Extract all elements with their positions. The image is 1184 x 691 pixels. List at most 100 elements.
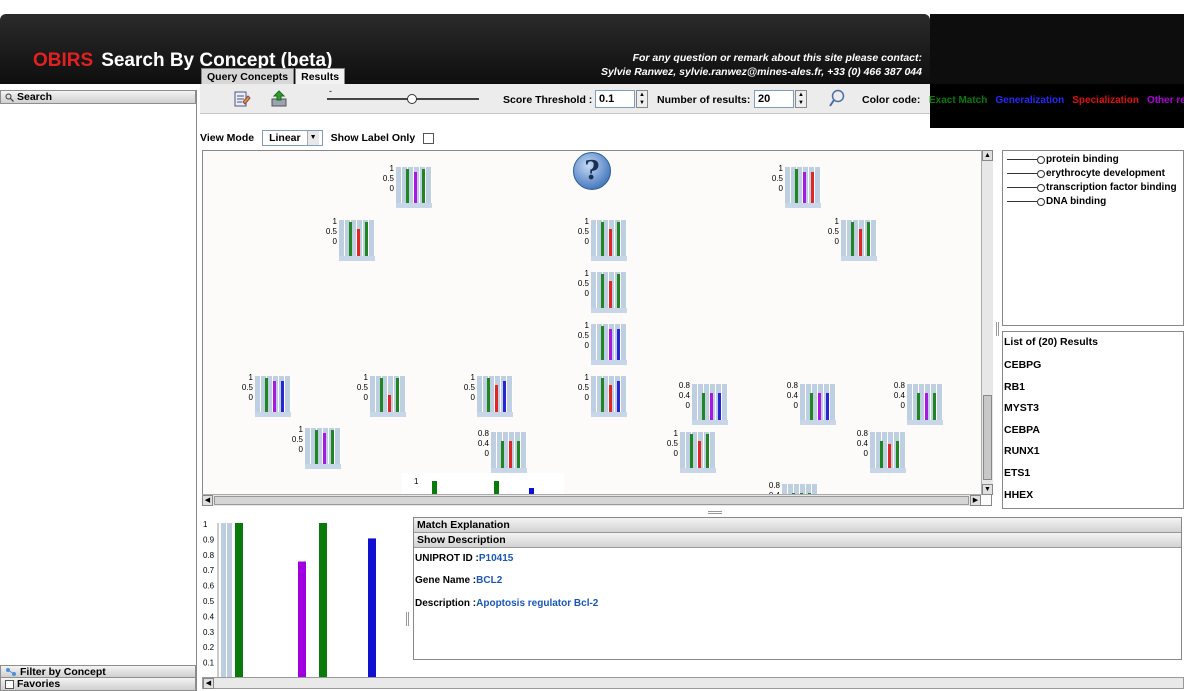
result-node[interactable]: 1 0.5 0 — [569, 269, 627, 319]
result-node[interactable]: 1 0.5 0 — [569, 373, 627, 423]
result-node[interactable]: 0.80.40 — [469, 429, 527, 479]
num-results-spinner[interactable]: ▲ ▼ — [795, 90, 807, 108]
node-tick-label: 0.5 — [577, 383, 589, 392]
node-tick-label: 0.8 — [856, 429, 868, 438]
result-node[interactable]: 1 0.5 0 — [658, 429, 716, 479]
node-tick-label: 0.5 — [325, 227, 337, 236]
show-label-only-checkbox[interactable] — [423, 132, 435, 144]
result-node[interactable]: 0.80.40 — [778, 381, 836, 431]
scroll-down-button[interactable]: ▼ — [982, 484, 993, 495]
node-bar — [503, 381, 506, 412]
splitter-handle[interactable] — [406, 612, 409, 626]
splitter-handle[interactable] — [996, 322, 999, 336]
node-bar — [281, 381, 284, 412]
node-tick-label: 0.5 — [577, 331, 589, 340]
view-mode-select[interactable]: Linear ▼ — [262, 130, 323, 146]
result-node[interactable]: 1 0.5 0 — [569, 321, 627, 371]
result-node[interactable]: 1 0.5 0 — [233, 373, 291, 423]
filter-panel-header[interactable]: Filter by Concept — [0, 665, 196, 678]
scroll-left-button[interactable]: ◀ — [203, 678, 214, 689]
score-threshold-input[interactable]: 0.1 — [595, 90, 635, 108]
view-mode-bar: View Mode Linear ▼ Show Label Only — [200, 129, 435, 147]
result-node[interactable]: 1 0.5 0 — [317, 217, 375, 267]
favorites-panel-header[interactable]: Favories — [0, 678, 196, 691]
node-tick-label: 1 — [778, 164, 783, 173]
concept-legend: protein binding erythrocyte development … — [1002, 150, 1184, 326]
graph-vertical-scrollbar[interactable]: ▲ ▼ — [981, 150, 993, 495]
result-node[interactable]: 1 0.5 0 — [819, 217, 877, 267]
edit-query-icon[interactable] — [233, 90, 251, 108]
node-ticks: 1 0.5 0 — [819, 217, 839, 247]
score-bar-chart: 1 0.9 0.8 0.7 0.6 0.5 0.4 0.3 0.2 0.1 — [201, 517, 403, 677]
node-tick-label: 0 — [673, 449, 678, 458]
result-node[interactable]: 0.80.40 — [885, 381, 943, 431]
result-node[interactable]: 0.80.40 — [670, 381, 728, 431]
gene-link[interactable]: BCL2 — [476, 575, 502, 586]
legend-item[interactable]: transcription factor binding — [1007, 182, 1177, 193]
tab-query-concepts[interactable]: Query Concepts — [201, 68, 295, 84]
legend-item[interactable]: protein binding — [1007, 154, 1119, 165]
node-tick-label: 1 — [834, 217, 839, 226]
splitter-handle[interactable] — [708, 511, 722, 514]
concept-graph[interactable]: 1 0.5 0 1 0.5 0 1 0.5 0 1 0.5 0 1 0.5 0 1 0.5 0 1 0.5 0 1 0.5 0… — [202, 150, 992, 506]
result-item[interactable]: RUNX1 — [1004, 445, 1040, 457]
result-item[interactable]: RB1 — [1004, 381, 1025, 393]
description-link[interactable]: Apoptosis regulator Bcl-2 — [476, 598, 598, 609]
result-node[interactable]: 0.80.40 — [848, 429, 906, 479]
legend-item[interactable]: erythrocyte development — [1007, 168, 1165, 179]
result-node[interactable]: 1 0.5 0 — [283, 425, 341, 475]
node-tick-label: 1 — [332, 217, 337, 226]
contact-line-1: For any question or remark about this si… — [632, 52, 922, 64]
node-bar — [609, 229, 612, 256]
node-ticks: 1 0.5 0 — [374, 164, 394, 194]
favorites-panel-label: Favories — [17, 678, 61, 690]
scroll-right-button[interactable]: ▶ — [970, 495, 981, 506]
node-bar — [365, 222, 368, 256]
result-item[interactable]: MYST3 — [1004, 402, 1039, 414]
node-tick-label: 1 — [363, 373, 368, 382]
export-icon[interactable] — [270, 90, 288, 108]
node-base — [591, 256, 627, 261]
score-threshold-spinner[interactable]: ▲ ▼ — [636, 90, 648, 108]
result-node[interactable]: 1 0.5 0 — [455, 373, 513, 423]
result-item[interactable]: ETS1 — [1004, 467, 1030, 479]
legend-item[interactable]: DNA binding — [1007, 196, 1106, 207]
node-tick-label: 1 — [584, 269, 589, 278]
color-code-panel — [930, 84, 1184, 128]
search-icon[interactable] — [828, 89, 846, 109]
scroll-up-button[interactable]: ▲ — [982, 150, 993, 161]
scroll-thumb[interactable] — [983, 395, 992, 480]
filter-panel-label: Filter by Concept — [20, 665, 106, 678]
node-tick-label: 0.8 — [678, 381, 690, 390]
node-bar — [690, 434, 693, 468]
node-ticks: 1 0.5 0 — [348, 373, 368, 403]
show-description-header[interactable]: Show Description — [414, 533, 1181, 548]
scroll-thumb[interactable] — [214, 496, 969, 505]
bottom-horizontal-scrollbar[interactable]: ◀ — [202, 677, 1184, 689]
num-results-input[interactable]: 20 — [754, 90, 794, 108]
results-list: List of (20) Results CEBPG RB1 MYST3 CEB… — [1002, 331, 1184, 509]
node-tick-label: 0 — [332, 237, 337, 246]
node-tick-label: 0 — [584, 393, 589, 402]
search-panel-header[interactable]: Search — [0, 90, 196, 104]
result-item[interactable]: HHEX — [1004, 489, 1033, 501]
help-icon[interactable]: ? — [573, 152, 611, 190]
legend-line — [1007, 159, 1037, 160]
result-node[interactable]: 1 0.5 0 — [763, 164, 821, 214]
result-node[interactable]: 1 0.5 0 — [569, 217, 627, 267]
result-node[interactable]: 1 0.5 0 — [374, 164, 432, 214]
uniprot-link[interactable]: P10415 — [479, 553, 513, 564]
y-tick-label: 0.4 — [203, 612, 215, 621]
tab-results[interactable]: Results — [295, 68, 346, 84]
node-tick-label: 0.5 — [577, 227, 589, 236]
scroll-left-button[interactable]: ◀ — [202, 495, 213, 506]
result-item[interactable]: CEBPG — [1004, 359, 1041, 371]
result-item[interactable]: CEBPA — [1004, 424, 1040, 436]
zoom-slider-track[interactable] — [327, 98, 479, 100]
score-bar-chart-svg: 1 0.9 0.8 0.7 0.6 0.5 0.4 0.3 0.2 0.1 — [203, 520, 376, 677]
match-explanation-header[interactable]: Match Explanation — [414, 518, 1181, 533]
graph-horizontal-scrollbar[interactable]: ◀ ▶ — [202, 494, 981, 506]
result-node[interactable]: 1 0.5 0 — [348, 373, 406, 423]
node-tick-label: 0.5 — [382, 174, 394, 183]
node-bar — [933, 393, 936, 420]
